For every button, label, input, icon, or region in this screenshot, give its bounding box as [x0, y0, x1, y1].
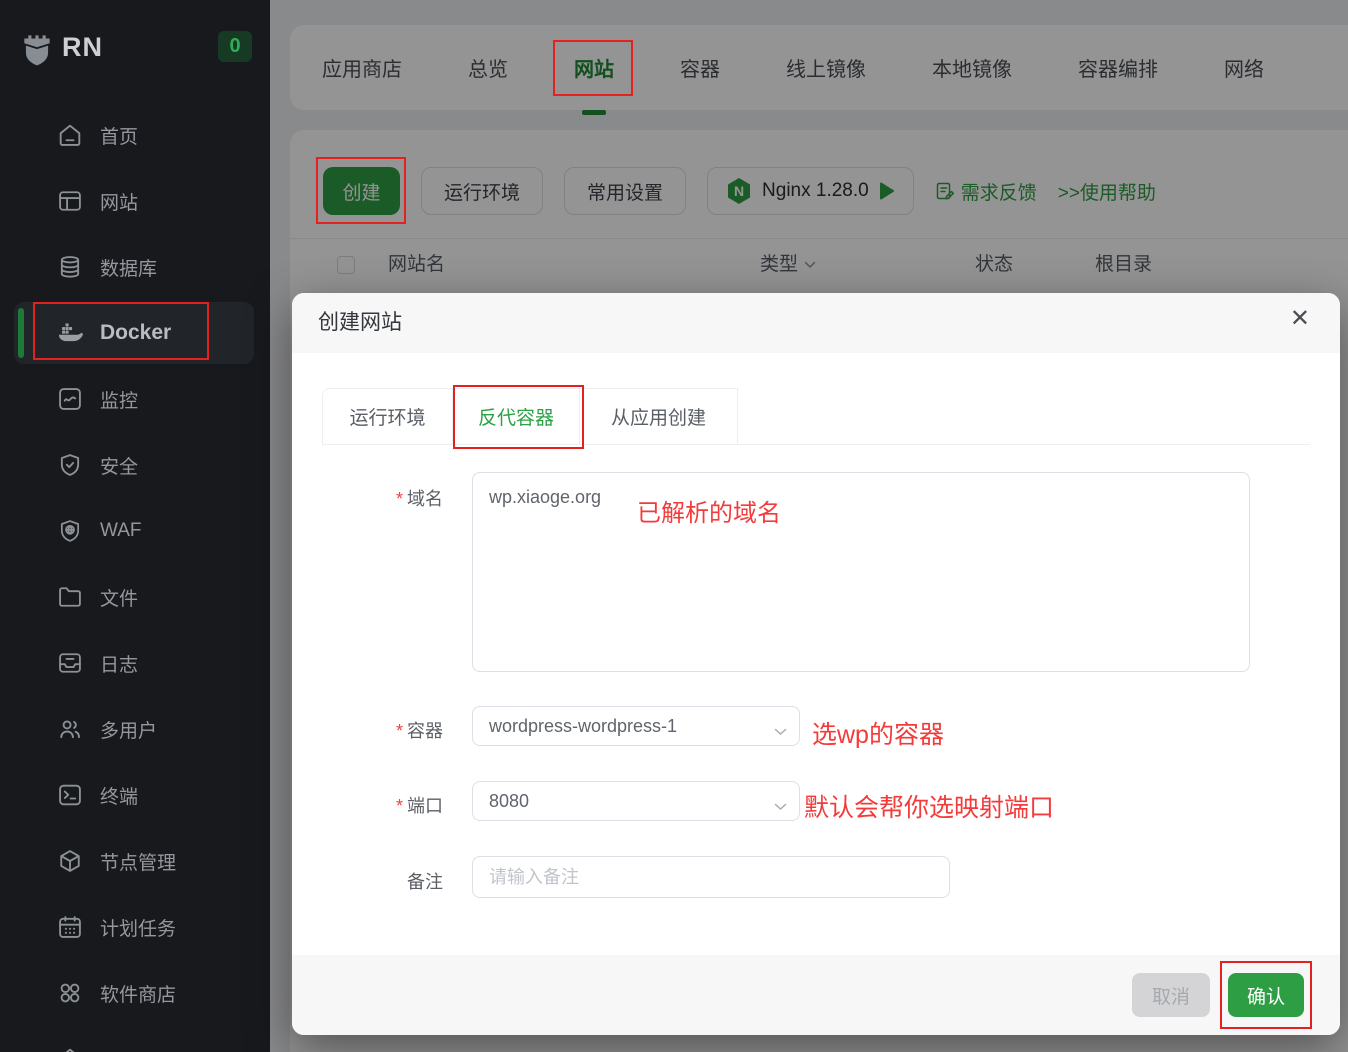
- remark-field-label: 备注: [407, 872, 443, 892]
- sidebar-item-label: 安全: [100, 456, 139, 478]
- sidebar-item-label: 节点管理: [100, 852, 177, 874]
- dialog-header: 创建网站 ✕: [292, 293, 1340, 353]
- inbox-tray-icon: [56, 649, 84, 677]
- dialog-tab-reverse-proxy-container[interactable]: 反代容器: [453, 388, 580, 445]
- required-asterisk: *: [395, 489, 403, 509]
- chevron-down-icon: [774, 723, 787, 741]
- sidebar-item-files[interactable]: 文件: [0, 564, 270, 630]
- sidebar-item-website[interactable]: 网站: [0, 168, 270, 234]
- terminal-icon: [56, 781, 84, 809]
- calendar-icon: [56, 913, 84, 941]
- logo-row: RN 0: [0, 26, 270, 72]
- dialog-footer: 取消 确认: [292, 955, 1340, 1035]
- port-select-value: 8080: [489, 791, 530, 811]
- annotation-port-note: 默认会帮你选映射端口: [804, 794, 1055, 822]
- cancel-button[interactable]: 取消: [1132, 973, 1210, 1017]
- folder-icon: [56, 583, 84, 611]
- sidebar-item-label: 计划任务: [100, 918, 177, 940]
- dialog-tab-runtime[interactable]: 运行环境: [322, 388, 453, 445]
- sidebar-menu: 首页 网站 数据库 Docker 监控 安全 WAF 文件 日志 多用户 终端 …: [0, 102, 270, 1052]
- container-select[interactable]: wordpress-wordpress-1: [472, 706, 800, 746]
- logo-text: RN: [62, 32, 103, 62]
- docker-icon: [56, 319, 84, 347]
- sidebar-item-database[interactable]: 数据库: [0, 234, 270, 300]
- dialog-tab-from-app[interactable]: 从应用创建: [580, 388, 738, 445]
- dialog-tabs: 运行环境 反代容器 从应用创建: [322, 385, 738, 449]
- sidebar-item-nodes[interactable]: 节点管理: [0, 828, 270, 894]
- domain-textarea[interactable]: wp.xiaoge.org: [472, 472, 1250, 672]
- annotation-box-create: [316, 157, 406, 224]
- create-button[interactable]: 创建: [316, 157, 406, 224]
- sidebar-item-label: 数据库: [100, 258, 158, 280]
- dialog-tab-label: 运行环境: [349, 408, 426, 429]
- active-indicator-bar: [18, 308, 24, 358]
- sidebar-item-label: 软件商店: [100, 984, 177, 1006]
- sidebar-item-partial[interactable]: [0, 1026, 270, 1052]
- container-field-label: * 容器: [395, 721, 443, 741]
- create-website-dialog: 创建网站 ✕ 运行环境 反代容器 从应用创建 * 域名 wp.xiaoge.org…: [292, 293, 1340, 1035]
- dialog-tab-label: 从应用创建: [610, 408, 706, 429]
- app-grid-icon: [56, 979, 84, 1007]
- sidebar-item-monitor[interactable]: 监控: [0, 366, 270, 432]
- database-icon: [56, 253, 84, 281]
- chevron-down-icon: [774, 798, 787, 816]
- port-select[interactable]: 8080: [472, 781, 800, 821]
- sidebar-item-home[interactable]: 首页: [0, 102, 270, 168]
- sidebar-item-waf[interactable]: WAF: [0, 498, 270, 564]
- home-icon: [56, 121, 84, 149]
- browser-icon: [56, 187, 84, 215]
- sidebar-item-label: 网站: [100, 192, 139, 214]
- app-window: RN 0 首页 网站 数据库 Docker 监控 安全 WAF 文件 日志 多用…: [0, 0, 1348, 1052]
- annotation-container-note: 选wp的容器: [812, 721, 944, 749]
- remark-input[interactable]: [472, 856, 950, 898]
- dialog-title: 创建网站: [318, 311, 402, 334]
- sidebar-item-appstore[interactable]: 软件商店: [0, 960, 270, 1026]
- sidebar: RN 0 首页 网站 数据库 Docker 监控 安全 WAF 文件 日志 多用…: [0, 0, 270, 1052]
- annotation-box-confirm: [1220, 961, 1312, 1029]
- sidebar-item-label: 文件: [100, 588, 139, 610]
- container-select-value: wordpress-wordpress-1: [489, 716, 678, 736]
- annotation-box-website-tab: [553, 40, 633, 96]
- home-icon: [56, 1045, 84, 1052]
- required-asterisk: *: [395, 796, 403, 816]
- required-asterisk: *: [395, 721, 403, 741]
- monitor-chart-icon: [56, 385, 84, 413]
- sidebar-item-label: WAF: [100, 520, 142, 541]
- dialog-tabs-divider: [322, 444, 1310, 445]
- sidebar-item-label: 多用户: [100, 720, 158, 742]
- users-icon: [56, 715, 84, 743]
- cancel-button-label: 取消: [1151, 986, 1190, 1008]
- notification-badge: 0: [218, 31, 252, 62]
- sidebar-item-label: 日志: [100, 654, 139, 676]
- dialog-tab-label: 反代容器: [477, 408, 554, 429]
- sidebar-item-cron[interactable]: 计划任务: [0, 894, 270, 960]
- shield-check-icon: [56, 451, 84, 479]
- confirm-button[interactable]: 确认: [1220, 961, 1312, 1029]
- sidebar-item-docker[interactable]: Docker: [0, 300, 270, 366]
- shield-globe-icon: [56, 517, 84, 545]
- sidebar-item-label: 终端: [100, 786, 139, 808]
- sidebar-item-security[interactable]: 安全: [0, 432, 270, 498]
- cube-icon: [56, 847, 84, 875]
- port-field-label: * 端口: [395, 796, 443, 816]
- sidebar-item-terminal[interactable]: 终端: [0, 762, 270, 828]
- sidebar-item-label: 监控: [100, 390, 139, 412]
- annotation-domain-note: 已解析的域名: [637, 500, 781, 527]
- sidebar-item-logs[interactable]: 日志: [0, 630, 270, 696]
- close-icon[interactable]: ✕: [1290, 307, 1310, 331]
- sidebar-item-label: 首页: [100, 126, 139, 148]
- sidebar-item-multiuser[interactable]: 多用户: [0, 696, 270, 762]
- shield-logo-icon: [18, 28, 56, 68]
- domain-field-label: * 域名: [395, 489, 443, 509]
- sidebar-item-label: Docker: [100, 321, 172, 344]
